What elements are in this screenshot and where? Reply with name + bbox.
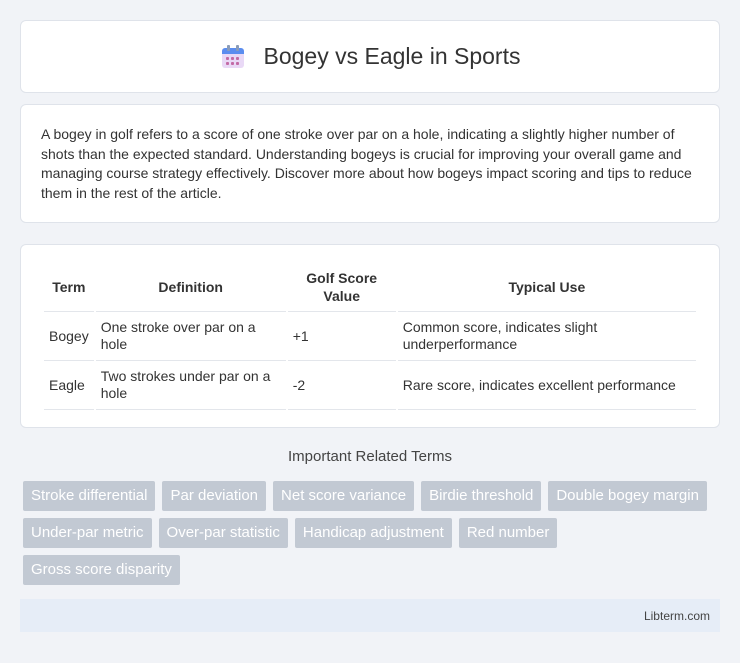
footer-site-link[interactable]: Libterm.com (644, 609, 710, 623)
intro-card: A bogey in golf refers to a score of one… (20, 104, 720, 223)
column-header-typical-use: Typical Use (397, 265, 696, 312)
table-cell-term: Bogey (44, 312, 94, 361)
table-cell-definition: Two strokes under par on a hole (95, 361, 286, 410)
table-row: Bogey One stroke over par on a hole +1 C… (44, 312, 696, 361)
table-cell-score-value: -2 (287, 361, 396, 410)
related-term-tag[interactable]: Red number (458, 518, 558, 548)
page-title: Bogey vs Eagle in Sports (263, 43, 521, 69)
related-term-tag[interactable]: Birdie threshold (421, 481, 542, 511)
column-header-definition: Definition (95, 265, 286, 312)
table-cell-typical-use: Common score, indicates slight underperf… (397, 312, 696, 361)
column-header-term: Term (44, 265, 94, 312)
table-row: Eagle Two strokes under par on a hole -2… (44, 361, 696, 410)
table-cell-term: Eagle (44, 361, 94, 410)
table-cell-definition: One stroke over par on a hole (95, 312, 286, 361)
related-term-tag[interactable]: Under-par metric (23, 518, 152, 548)
calendar-icon (220, 44, 246, 70)
related-terms-heading: Important Related Terms (288, 448, 452, 465)
comparison-table-card: Term Definition Golf Score Value Typical… (20, 244, 720, 428)
footer: Libterm.com (20, 599, 720, 632)
table-cell-typical-use: Rare score, indicates excellent performa… (397, 361, 696, 410)
page-header: Bogey vs Eagle in Sports (20, 20, 720, 93)
related-terms-list: Stroke differential Par deviation Net sc… (23, 481, 723, 592)
comparison-table: Term Definition Golf Score Value Typical… (42, 265, 698, 410)
related-term-tag[interactable]: Net score variance (273, 481, 415, 511)
intro-text: A bogey in golf refers to a score of one… (41, 126, 692, 201)
column-header-golf-score-value: Golf Score Value (287, 265, 396, 312)
related-term-tag[interactable]: Stroke differential (23, 481, 156, 511)
related-term-tag[interactable]: Par deviation (162, 481, 267, 511)
table-cell-score-value: +1 (287, 312, 396, 361)
table-header-row: Term Definition Golf Score Value Typical… (44, 265, 696, 312)
related-term-tag[interactable]: Double bogey margin (548, 481, 707, 511)
related-term-tag[interactable]: Gross score disparity (23, 555, 180, 585)
related-term-tag[interactable]: Handicap adjustment (294, 518, 452, 548)
related-term-tag[interactable]: Over-par statistic (158, 518, 288, 548)
